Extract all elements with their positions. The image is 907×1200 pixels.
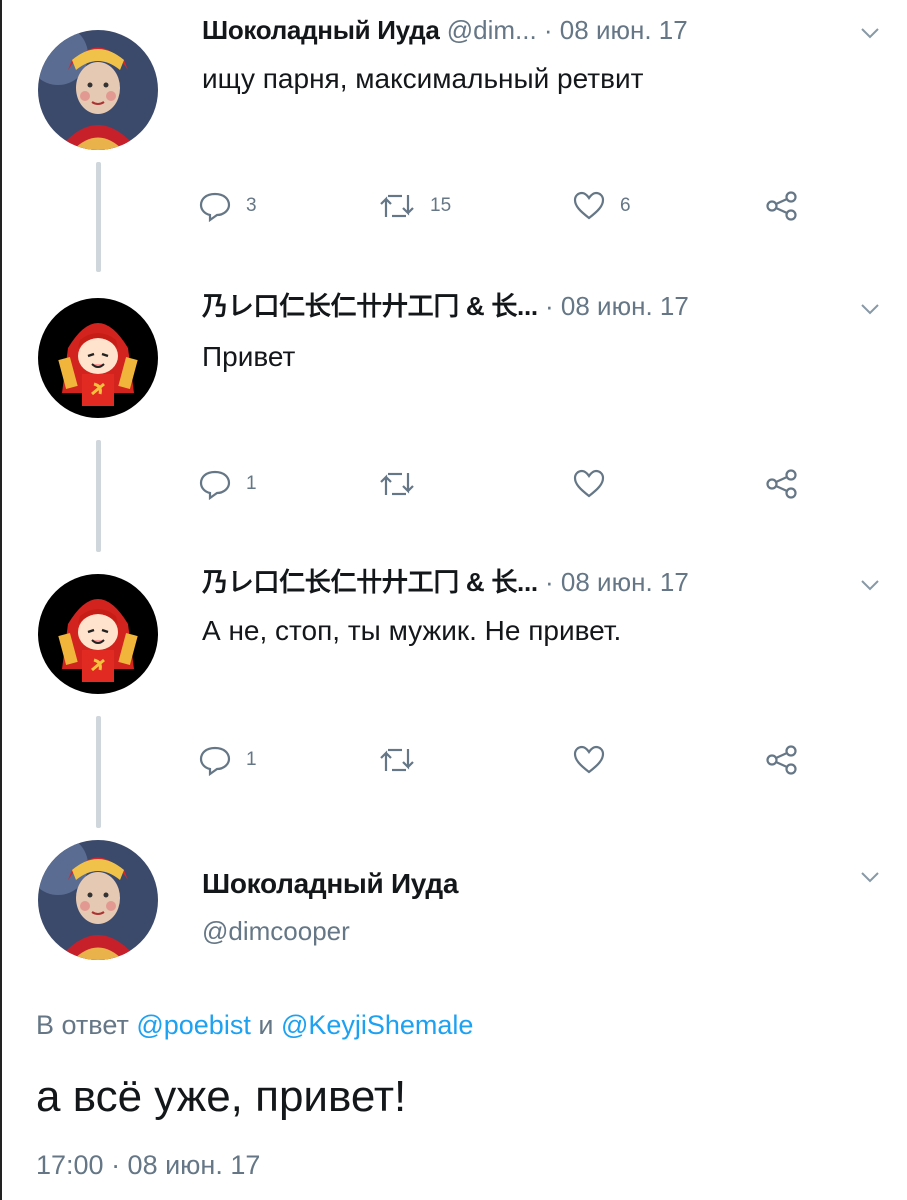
reply-to-line: В ответ @poebist и @KeyjiShemale xyxy=(36,1010,473,1041)
tweet-date[interactable]: · 08 июн. 17 xyxy=(545,567,689,597)
reply-count: 3 xyxy=(246,195,257,216)
chevron-down-icon[interactable] xyxy=(860,26,880,40)
tweet-thread-screen: Шоколадный Иуда @dim... · 08 июн. 17 ищу… xyxy=(0,0,907,1200)
like-button[interactable] xyxy=(572,464,606,504)
share-button[interactable] xyxy=(764,740,800,780)
tweet-date[interactable]: · 08 июн. 17 xyxy=(545,291,689,321)
retweet-icon xyxy=(378,469,416,499)
tweet-actions: 1 xyxy=(198,740,818,780)
retweet-count: 15 xyxy=(430,195,452,216)
reply-icon xyxy=(198,190,232,222)
display-name[interactable]: 乃レ口仁长仁卄廾工冂 & 长... xyxy=(202,291,538,321)
tweet-actions: 1 xyxy=(198,464,818,504)
avatar[interactable] xyxy=(38,574,158,694)
mention-link[interactable]: @KeyjiShemale xyxy=(281,1010,474,1040)
reply-button[interactable]: 1 xyxy=(198,464,257,504)
retweet-icon xyxy=(378,745,416,775)
tweet-timestamp[interactable]: 17:00 · 08 июн. 17 xyxy=(36,1150,260,1181)
mention-link[interactable]: @poebist xyxy=(136,1010,250,1040)
user-handle[interactable]: @dimcooper xyxy=(202,916,350,947)
retweet-icon xyxy=(378,191,416,221)
share-button[interactable] xyxy=(764,464,800,504)
thread-line xyxy=(96,162,101,272)
chevron-down-icon[interactable] xyxy=(860,870,880,884)
reply-icon xyxy=(198,744,232,776)
tweet-header: 乃レ口仁长仁卄廾工冂 & 长... · 08 июн. 17 xyxy=(202,566,689,598)
thread-line xyxy=(96,716,101,828)
user-handle[interactable]: @dim... xyxy=(447,15,537,45)
display-name[interactable]: Шоколадный Иуда xyxy=(202,15,440,45)
retweet-button[interactable]: 15 xyxy=(378,186,451,226)
heart-icon xyxy=(572,468,606,500)
tweet-header: 乃レ口仁长仁卄廾工冂 & 长... · 08 июн. 17 xyxy=(202,290,689,322)
retweet-button[interactable] xyxy=(378,740,416,780)
tweet-text: Привет xyxy=(202,341,296,372)
reply-prefix: В ответ xyxy=(36,1010,129,1040)
share-icon xyxy=(764,744,800,776)
display-name[interactable]: 乃レ口仁长仁卄廾工冂 & 长... xyxy=(202,567,538,597)
chevron-down-icon[interactable] xyxy=(860,302,880,316)
like-count: 6 xyxy=(620,195,631,216)
tweet-header: Шоколадный Иуда @dim... · 08 июн. 17 xyxy=(202,14,688,46)
thread-line xyxy=(96,440,101,552)
tweet-text: ищу парня, максимальный ретвит xyxy=(202,63,644,94)
avatar[interactable] xyxy=(38,298,158,418)
reply-count: 1 xyxy=(246,749,257,770)
reply-button[interactable]: 1 xyxy=(198,740,257,780)
reply-count: 1 xyxy=(246,473,257,494)
heart-icon xyxy=(572,190,606,222)
avatar[interactable] xyxy=(38,30,158,150)
tweet-date[interactable]: · 08 июн. 17 xyxy=(544,15,688,45)
like-button[interactable]: 6 xyxy=(572,186,631,226)
chevron-down-icon[interactable] xyxy=(860,578,880,592)
avatar[interactable] xyxy=(38,840,158,960)
tweet-actions: 3 15 6 xyxy=(198,186,818,226)
like-button[interactable] xyxy=(572,740,606,780)
share-icon xyxy=(764,468,800,500)
share-icon xyxy=(764,190,800,222)
reply-and: и xyxy=(258,1010,274,1040)
display-name[interactable]: Шоколадный Иуда xyxy=(202,868,458,900)
tweet-text: а всё уже, привет! xyxy=(36,1072,407,1121)
share-button[interactable] xyxy=(764,186,800,226)
retweet-button[interactable] xyxy=(378,464,416,504)
heart-icon xyxy=(572,744,606,776)
reply-button[interactable]: 3 xyxy=(198,186,257,226)
tweet-text: А не, стоп, ты мужик. Не привет. xyxy=(202,615,622,646)
reply-icon xyxy=(198,468,232,500)
